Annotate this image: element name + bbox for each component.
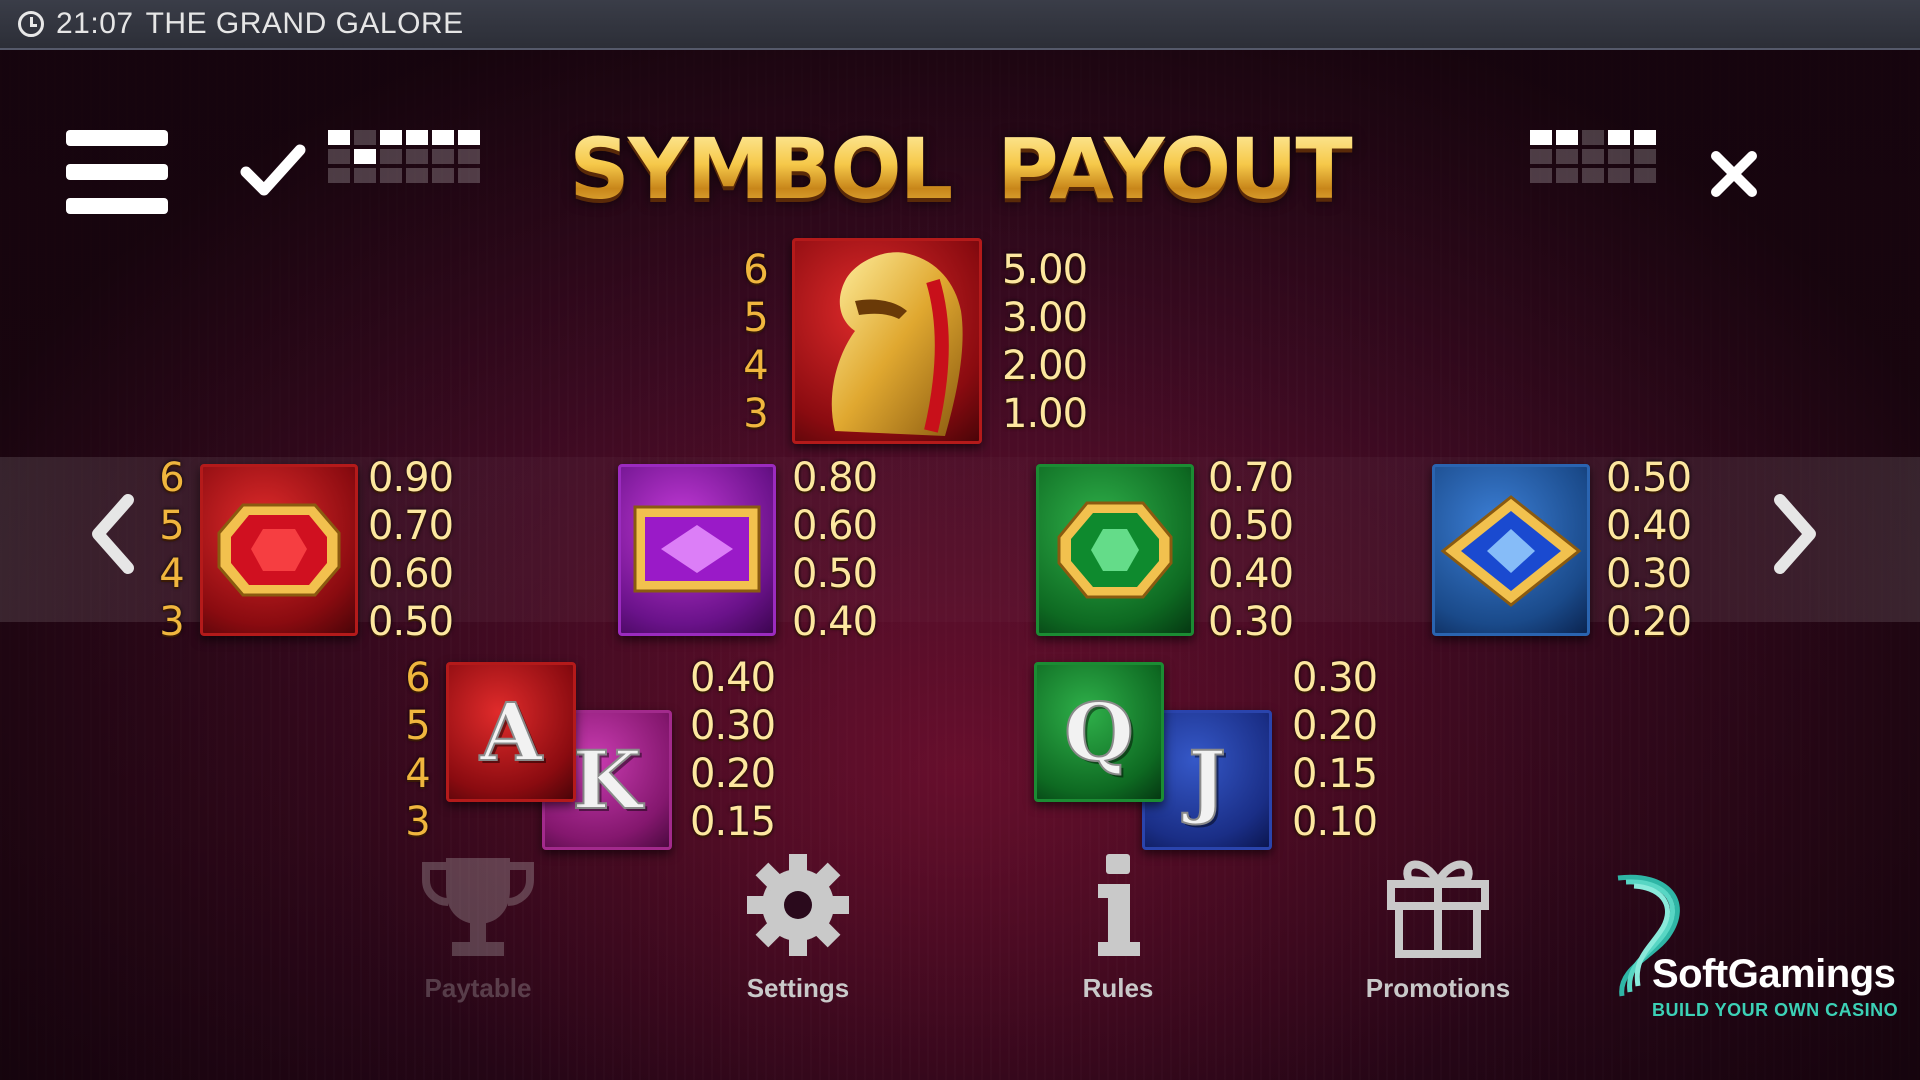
gift-icon bbox=[1387, 860, 1489, 958]
paytable-button[interactable]: Paytable bbox=[378, 850, 578, 1004]
rules-label: Rules bbox=[1082, 973, 1154, 1003]
brand-name: SoftGamings bbox=[1652, 952, 1896, 996]
softgamings-logo: SoftGamings BUILD YOUR OWN CASINO bbox=[1608, 872, 1908, 1022]
ace-king-counts: 6543 bbox=[405, 655, 431, 845]
panther-pays: 5.00 3.00 2.00 1.00 bbox=[1002, 247, 1088, 437]
panther-icon bbox=[831, 252, 963, 436]
next-page-arrow-icon[interactable] bbox=[1770, 494, 1820, 574]
emerald-symbol bbox=[1036, 464, 1194, 636]
ruby-symbol bbox=[200, 464, 358, 636]
page-grid-right-icon[interactable] bbox=[1530, 130, 1656, 183]
ace-king-pays: 0.40 0.30 0.20 0.15 bbox=[690, 655, 776, 845]
sapphire-symbol bbox=[1432, 464, 1590, 636]
status-time: 21:07 bbox=[56, 7, 134, 40]
queen-jack-pays: 0.30 0.20 0.15 0.10 bbox=[1292, 655, 1378, 845]
amethyst-gem-icon bbox=[633, 505, 761, 593]
sapphire-gem-icon bbox=[1440, 495, 1582, 607]
ruby-pays: 0.90 0.70 0.60 0.50 bbox=[368, 455, 454, 645]
emerald-gem-icon bbox=[1057, 501, 1173, 599]
paytable-label: Paytable bbox=[424, 973, 532, 1003]
info-icon bbox=[1098, 854, 1140, 956]
ruby-counts: 6543 bbox=[159, 455, 185, 645]
trophy-icon bbox=[422, 858, 534, 956]
ace-symbol: A bbox=[446, 662, 576, 802]
promotions-button[interactable]: Promotions bbox=[1338, 850, 1538, 1004]
panther-symbol bbox=[792, 238, 982, 444]
queen-symbol: Q bbox=[1034, 662, 1164, 802]
status-bar: 21:07 THE GRAND GALORE bbox=[0, 0, 1920, 50]
queen-letter: Q bbox=[1063, 684, 1135, 780]
panther-counts: 6543 bbox=[743, 247, 769, 437]
amethyst-pays: 0.80 0.60 0.50 0.40 bbox=[792, 455, 878, 645]
ruby-gem-icon bbox=[217, 503, 341, 597]
game-title: THE GRAND GALORE bbox=[145, 7, 464, 40]
brand-tagline: BUILD YOUR OWN CASINO bbox=[1652, 1000, 1899, 1020]
rules-button[interactable]: Rules bbox=[1018, 850, 1218, 1004]
settings-label: Settings bbox=[746, 973, 850, 1003]
settings-button[interactable]: Settings bbox=[698, 850, 898, 1004]
emerald-pays: 0.70 0.50 0.40 0.30 bbox=[1208, 455, 1294, 645]
sapphire-pays: 0.50 0.40 0.30 0.20 bbox=[1606, 455, 1692, 645]
title-word-payout: PAYOUT bbox=[997, 120, 1351, 218]
close-icon[interactable] bbox=[1710, 150, 1758, 198]
ace-letter: A bbox=[479, 684, 543, 780]
clock-icon bbox=[18, 11, 44, 37]
promotions-label: Promotions bbox=[1365, 973, 1511, 1003]
gear-icon bbox=[747, 854, 849, 956]
title-word-symbol: SYMBOL bbox=[569, 120, 952, 218]
amethyst-symbol bbox=[618, 464, 776, 636]
prev-page-arrow-icon[interactable] bbox=[88, 494, 138, 574]
